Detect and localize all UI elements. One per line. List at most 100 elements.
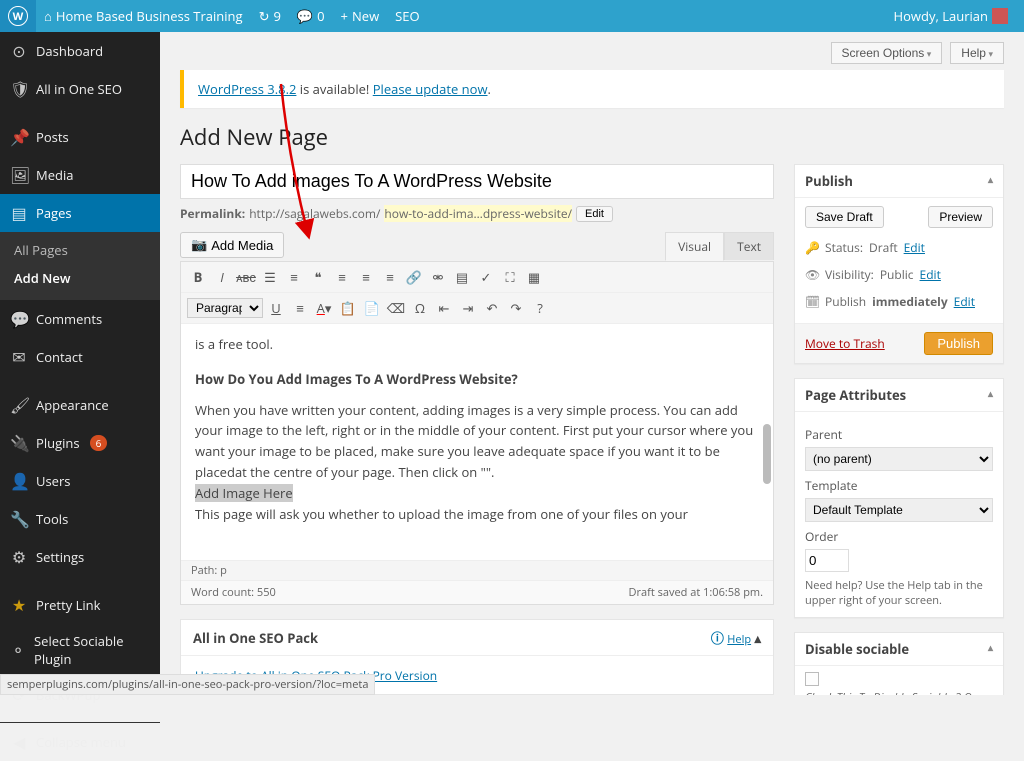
- blockquote-button[interactable]: ❝: [307, 266, 329, 288]
- comments-menu[interactable]: 💬0: [289, 0, 333, 32]
- outdent-button[interactable]: ⇤: [433, 297, 455, 319]
- editor-path: Path: p: [181, 560, 773, 580]
- new-content-menu[interactable]: +New: [333, 0, 388, 32]
- link-button[interactable]: 🔗: [403, 266, 425, 288]
- sidebar-item-plugins[interactable]: 🔌Plugins6: [0, 424, 160, 462]
- tab-visual[interactable]: Visual: [665, 232, 724, 261]
- avatar: [992, 8, 1008, 24]
- justify-button[interactable]: ≡: [289, 297, 311, 319]
- submenu-add-new[interactable]: Add New: [0, 264, 160, 292]
- sidebar-item-posts[interactable]: 📌Posts: [0, 118, 160, 156]
- update-badge: 6: [90, 435, 108, 451]
- aioseo-help-link[interactable]: Help: [727, 632, 751, 647]
- eye-icon: 👁: [805, 266, 819, 283]
- update-now-link[interactable]: Please update now: [373, 80, 488, 98]
- sidebar-item-media[interactable]: 🖼Media: [0, 156, 160, 194]
- strike-button[interactable]: ᴀʙᴄ: [235, 266, 257, 288]
- fullscreen-button[interactable]: ⛶: [499, 266, 521, 288]
- sidebar-item-sociable[interactable]: ⚬Select Sociable Plugin: [0, 624, 160, 676]
- add-media-button[interactable]: 📷Add Media: [180, 232, 284, 258]
- edit-schedule-link[interactable]: Edit: [954, 293, 975, 310]
- edit-visibility-link[interactable]: Edit: [920, 266, 941, 283]
- sidebar-item-pages[interactable]: ▤Pages: [0, 194, 160, 232]
- mail-icon: ✉: [10, 346, 28, 368]
- format-select[interactable]: Paragraph: [187, 298, 263, 318]
- page-attributes-panel: Page Attributes▴ Parent (no parent) Temp…: [794, 378, 1004, 618]
- indent-button[interactable]: ⇥: [457, 297, 479, 319]
- paste-text-button[interactable]: 📋: [337, 297, 359, 319]
- star-icon: ★: [10, 594, 28, 616]
- title-input[interactable]: [180, 164, 774, 199]
- save-draft-button[interactable]: Save Draft: [805, 206, 884, 228]
- sidebar-item-tools[interactable]: 🔧Tools: [0, 500, 160, 538]
- align-left-button[interactable]: ≡: [331, 266, 353, 288]
- kitchen-sink-button[interactable]: ▦: [523, 266, 545, 288]
- sidebar-item-dashboard[interactable]: ⊙Dashboard: [0, 32, 160, 70]
- toolbar-row-2: Paragraph U ≡ A▾ 📋 📄 ⌫ Ω ⇤ ⇥ ↶ ↷ ?: [181, 293, 773, 324]
- edit-status-link[interactable]: Edit: [904, 239, 925, 256]
- site-name-menu[interactable]: ⌂Home Based Business Training: [36, 0, 251, 32]
- bold-button[interactable]: B: [187, 266, 209, 288]
- page-attributes-head[interactable]: Page Attributes▴: [795, 379, 1003, 412]
- sidebar-item-appearance[interactable]: 🖌Appearance: [0, 386, 160, 424]
- collapse-menu[interactable]: ◀Collapse menu: [0, 722, 160, 761]
- undo-button[interactable]: ↶: [481, 297, 503, 319]
- order-label: Order: [805, 528, 993, 545]
- updates-menu[interactable]: ↻9: [251, 0, 289, 32]
- publish-panel-head[interactable]: Publish▴: [795, 165, 1003, 198]
- italic-button[interactable]: I: [211, 266, 233, 288]
- seo-menu[interactable]: SEO: [387, 0, 427, 32]
- account-menu[interactable]: Howdy, Laurian: [886, 0, 1016, 32]
- align-center-button[interactable]: ≡: [355, 266, 377, 288]
- editor-body[interactable]: is a free tool. How Do You Add Images To…: [181, 324, 773, 560]
- redo-button[interactable]: ↷: [505, 297, 527, 319]
- editor-status: Word count: 550 Draft saved at 1:06:58 p…: [181, 580, 773, 604]
- submenu-all-pages[interactable]: All Pages: [0, 236, 160, 264]
- wp-version-link[interactable]: WordPress 3.8.2: [198, 80, 296, 98]
- paste-word-button[interactable]: 📄: [361, 297, 383, 319]
- clear-format-button[interactable]: ⌫: [385, 297, 407, 319]
- template-select[interactable]: Default Template: [805, 498, 993, 522]
- spellcheck-button[interactable]: ✓: [475, 266, 497, 288]
- calendar-icon: 🗓: [805, 293, 819, 310]
- more-tag-button[interactable]: ▤: [451, 266, 473, 288]
- move-to-trash-link[interactable]: Move to Trash: [805, 335, 885, 352]
- parent-select[interactable]: (no parent): [805, 447, 993, 471]
- edit-permalink-button[interactable]: Edit: [576, 206, 613, 222]
- home-icon: ⌂: [44, 7, 52, 25]
- special-char-button[interactable]: Ω: [409, 297, 431, 319]
- screen-options-button[interactable]: Screen Options: [831, 42, 943, 64]
- disable-sociable-head[interactable]: Disable sociable▴: [795, 633, 1003, 666]
- sidebar-item-settings[interactable]: ⚙Settings: [0, 538, 160, 576]
- text-color-button[interactable]: A▾: [313, 297, 335, 319]
- disable-sociable-checkbox[interactable]: [805, 672, 819, 686]
- order-input[interactable]: [805, 549, 849, 572]
- template-label: Template: [805, 477, 993, 494]
- sidebar-item-prettylink[interactable]: ★Pretty Link: [0, 586, 160, 624]
- users-icon: 👤: [10, 470, 28, 492]
- admin-sidebar: ⊙Dashboard 🛡All in One SEO 📌Posts 🖼Media…: [0, 32, 160, 695]
- media-icon: 🖼: [10, 164, 28, 186]
- align-right-button[interactable]: ≡: [379, 266, 401, 288]
- refresh-icon: ↻: [259, 7, 270, 25]
- key-icon: 🔑: [805, 239, 819, 256]
- bullet-list-button[interactable]: ☰: [259, 266, 281, 288]
- numbered-list-button[interactable]: ≡: [283, 266, 305, 288]
- aioseo-panel-head[interactable]: All in One SEO Pack ⓘ Help ▴: [181, 620, 773, 656]
- publish-button[interactable]: Publish: [924, 332, 993, 355]
- underline-button[interactable]: U: [265, 297, 287, 319]
- preview-button[interactable]: Preview: [928, 206, 993, 228]
- editor-scrollbar[interactable]: [763, 424, 771, 484]
- editor-help-button[interactable]: ?: [529, 297, 551, 319]
- sidebar-item-aioseo[interactable]: 🛡All in One SEO: [0, 70, 160, 108]
- sidebar-item-users[interactable]: 👤Users: [0, 462, 160, 500]
- sidebar-item-comments[interactable]: 💬Comments: [0, 300, 160, 338]
- help-button[interactable]: Help: [950, 42, 1004, 64]
- main-content: Screen Options Help WordPress 3.8.2 is a…: [160, 32, 1024, 695]
- wp-logo-menu[interactable]: W: [0, 0, 36, 32]
- unlink-button[interactable]: ⚮: [427, 266, 449, 288]
- sidebar-item-contact[interactable]: ✉Contact: [0, 338, 160, 376]
- pin-icon: 📌: [10, 126, 28, 148]
- tab-text[interactable]: Text: [724, 232, 774, 260]
- share-icon: ⚬: [10, 639, 26, 661]
